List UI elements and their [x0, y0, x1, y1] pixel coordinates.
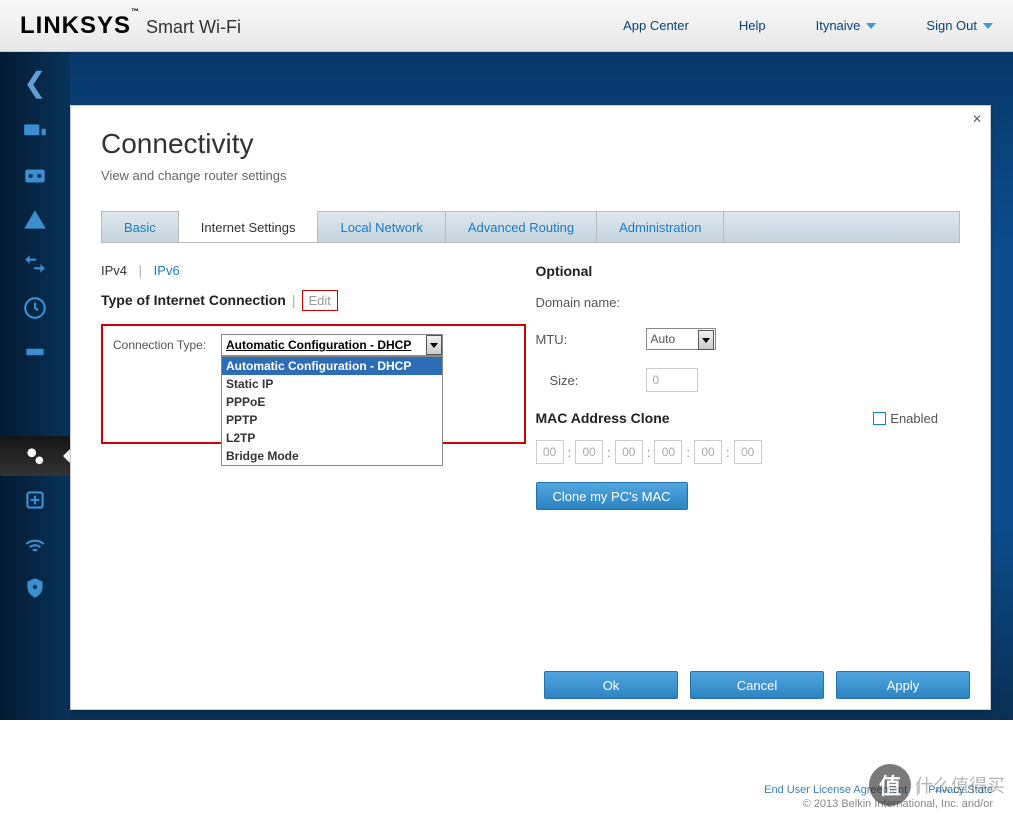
enabled-label: Enabled [890, 411, 938, 426]
mac-octet-6[interactable] [734, 440, 762, 464]
page-title: Connectivity [101, 128, 960, 160]
watermark-icon: 值 [869, 764, 911, 806]
warning-icon[interactable] [5, 200, 65, 240]
tab-bar: Basic Internet Settings Local Network Ad… [101, 211, 960, 243]
top-links: App Center Help Itynaive Sign Out [623, 18, 993, 33]
watermark-text: 什么值得买 [915, 772, 1005, 798]
ipv6-tab[interactable]: IPv6 [154, 263, 180, 278]
sign-out-link[interactable]: Sign Out [926, 18, 993, 33]
security-icon[interactable] [5, 568, 65, 608]
devices-icon[interactable] [5, 112, 65, 152]
mac-octet-5[interactable] [694, 440, 722, 464]
optional-section-title: Optional [536, 263, 961, 279]
dropdown-button[interactable] [426, 335, 442, 355]
left-column: IPv4 | IPv6 Type of Internet Connection|… [101, 263, 526, 510]
close-icon[interactable]: ✕ [970, 112, 984, 126]
domain-name-label: Domain name: [536, 295, 646, 310]
option-bridge[interactable]: Bridge Mode [222, 447, 442, 465]
cancel-button[interactable]: Cancel [690, 671, 824, 699]
mtu-label: MTU: [536, 332, 646, 347]
edit-link[interactable]: Edit [302, 290, 338, 311]
right-column: Optional Domain name: MTU: Auto Size: MA… [536, 263, 961, 510]
usb-icon[interactable] [5, 332, 65, 372]
tab-basic[interactable]: Basic [102, 212, 179, 242]
mac-address-inputs: : : : : : [536, 440, 961, 464]
connection-type-label: Connection Type: [113, 334, 213, 352]
ok-button[interactable]: Ok [544, 671, 678, 699]
logo-subtitle: Smart Wi-Fi [146, 17, 241, 38]
app-center-link[interactable]: App Center [623, 18, 689, 33]
top-bar: LINKSYS™ Smart Wi-Fi App Center Help Ity… [0, 0, 1013, 52]
apply-button[interactable]: Apply [836, 671, 970, 699]
settings-icon[interactable] [0, 436, 70, 476]
ipv4-tab[interactable]: IPv4 [101, 263, 127, 278]
connection-section-title: Type of Internet Connection|Edit [101, 292, 526, 308]
tab-internet-settings[interactable]: Internet Settings [179, 211, 319, 242]
diagnostics-icon[interactable] [5, 480, 65, 520]
mac-octet-3[interactable] [615, 440, 643, 464]
content-area: IPv4 | IPv6 Type of Internet Connection|… [71, 243, 990, 530]
user-menu[interactable]: Itynaive [816, 18, 877, 33]
connection-type-input[interactable] [221, 334, 443, 356]
main-panel: ✕ Connectivity View and change router se… [70, 105, 991, 710]
option-pppoe[interactable]: PPPoE [222, 393, 442, 411]
connection-type-box: Connection Type: Automatic Configuration… [101, 324, 526, 444]
sidebar: ❮ [0, 52, 70, 720]
option-l2tp[interactable]: L2TP [222, 429, 442, 447]
wireless-icon[interactable] [5, 524, 65, 564]
page-subtitle: View and change router settings [101, 168, 960, 183]
tab-local-network[interactable]: Local Network [318, 212, 445, 242]
ip-version-tabs: IPv4 | IPv6 [101, 263, 526, 278]
panel-header: Connectivity View and change router sett… [71, 106, 990, 195]
logo: LINKSYS™ Smart Wi-Fi [20, 12, 241, 40]
dropdown-list: Automatic Configuration - DHCP Static IP… [221, 356, 443, 466]
watermark: 值 什么值得买 [869, 764, 1005, 806]
size-label: Size: [536, 373, 646, 388]
action-buttons: Ok Cancel Apply [544, 671, 970, 699]
option-static[interactable]: Static IP [222, 375, 442, 393]
mac-octet-1[interactable] [536, 440, 564, 464]
option-dhcp[interactable]: Automatic Configuration - DHCP [222, 357, 442, 375]
clone-mac-button[interactable]: Clone my PC's MAC [536, 482, 688, 510]
mac-octet-4[interactable] [654, 440, 682, 464]
mac-clone-title: MAC Address Clone [536, 410, 670, 426]
enabled-checkbox[interactable] [873, 412, 886, 425]
tab-advanced-routing[interactable]: Advanced Routing [446, 212, 597, 242]
help-link[interactable]: Help [739, 18, 766, 33]
mtu-select[interactable]: Auto [646, 328, 716, 350]
option-pptp[interactable]: PPTP [222, 411, 442, 429]
size-input[interactable] [646, 368, 698, 392]
chevron-down-icon [866, 23, 876, 29]
back-button[interactable]: ❮ [15, 62, 55, 102]
connection-type-select[interactable]: Automatic Configuration - DHCP Static IP… [221, 334, 443, 356]
clock-icon[interactable] [5, 288, 65, 328]
tab-administration[interactable]: Administration [597, 212, 724, 242]
media-icon[interactable] [5, 156, 65, 196]
mac-octet-2[interactable] [575, 440, 603, 464]
dropdown-button[interactable] [698, 330, 714, 350]
logo-text: LINKSYS™ [20, 12, 140, 40]
chevron-down-icon [983, 23, 993, 29]
transfer-icon[interactable] [5, 244, 65, 284]
